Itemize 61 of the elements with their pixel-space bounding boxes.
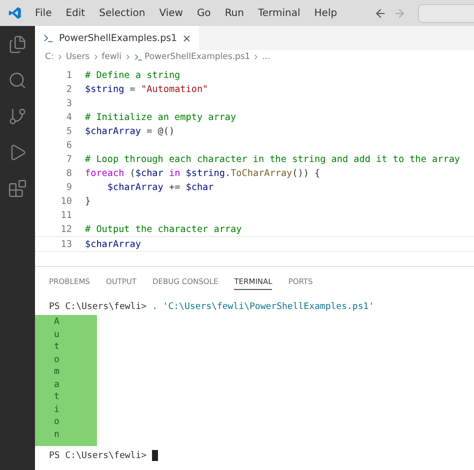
- breadcrumb-item[interactable]: PowerShellExamples.ps1: [144, 52, 250, 62]
- code-line: # Output the character array: [85, 224, 242, 234]
- terminal-cursor: [152, 450, 158, 461]
- line-number: 4: [65, 112, 73, 122]
- output-character: m: [54, 367, 60, 379]
- output-character: u: [54, 330, 60, 342]
- line-number: 13: [60, 238, 73, 250]
- breadcrumb-item[interactable]: ...: [262, 52, 270, 62]
- menu-item[interactable]: Edit: [58, 8, 92, 18]
- menu-item[interactable]: File: [28, 8, 59, 18]
- code-line: foreach ($char in $string.ToCharArray()) {: [85, 168, 320, 178]
- breadcrumb-item[interactable]: fewli: [102, 52, 122, 62]
- code-line: $charArray += $char: [106, 182, 214, 192]
- line-number: 2: [65, 84, 73, 94]
- code-line: # Loop through each character in the string and add it to the array: [85, 154, 460, 164]
- menu-item[interactable]: Help: [307, 8, 344, 18]
- menu-item[interactable]: View: [152, 8, 190, 18]
- code-line: $string = "Automation": [85, 84, 208, 94]
- back-arrow-icon[interactable]: [374, 6, 388, 20]
- code-line: }: [85, 196, 91, 206]
- breadcrumb-item[interactable]: Users: [66, 52, 90, 62]
- line-number: 6: [65, 140, 73, 150]
- files-icon[interactable]: [8, 35, 27, 54]
- line-number: 11: [60, 210, 73, 220]
- output-character: o: [54, 417, 60, 429]
- output-character: t: [54, 392, 60, 404]
- extensions-icon[interactable]: [8, 179, 27, 198]
- line-number: 7: [65, 154, 73, 164]
- output-character: t: [54, 342, 60, 354]
- terminal-command-line: PS C:\Users\fewli> . 'C:\Users\fewli\PowerShellExamples.ps1': [49, 302, 376, 314]
- terminal-prompt: PS C:\Users\fewli>: [49, 450, 148, 461]
- output-character: n: [54, 430, 60, 442]
- code-line: # Initialize an empty array: [85, 112, 236, 122]
- line-number: 9: [65, 182, 73, 192]
- breadcrumb-item[interactable]: C:: [45, 52, 54, 62]
- menu-item[interactable]: Selection: [92, 8, 152, 18]
- code-line: $charArray: [85, 238, 141, 250]
- tab-label: PowerShellExamples.ps1: [59, 32, 178, 44]
- line-number: 8: [65, 168, 73, 178]
- line-number: 12: [60, 224, 73, 234]
- line-number: 10: [60, 196, 73, 206]
- output-character: i: [54, 404, 60, 416]
- app-logo-icon: [8, 6, 22, 20]
- powershell-icon: [134, 52, 143, 62]
- code-line: $charArray = @(): [85, 126, 175, 136]
- output-character: o: [54, 354, 60, 366]
- line-number: 3: [65, 98, 73, 108]
- line-number: 1: [65, 70, 73, 80]
- editor-tab[interactable]: PowerShellExamples.ps1 ×: [35, 26, 200, 50]
- code-line: # Define a string: [85, 70, 180, 80]
- menu-item[interactable]: Go: [190, 8, 218, 18]
- menu-item[interactable]: Terminal: [251, 8, 308, 18]
- search-field[interactable]: [418, 4, 474, 22]
- search-icon[interactable]: [8, 71, 27, 90]
- line-number: 5: [65, 126, 73, 136]
- output-character: a: [54, 380, 60, 392]
- close-icon[interactable]: ×: [182, 32, 192, 44]
- menu-item[interactable]: Run: [218, 8, 251, 18]
- output-character: A: [54, 317, 60, 329]
- powershell-icon: [43, 32, 54, 44]
- source-control-icon[interactable]: [8, 107, 27, 126]
